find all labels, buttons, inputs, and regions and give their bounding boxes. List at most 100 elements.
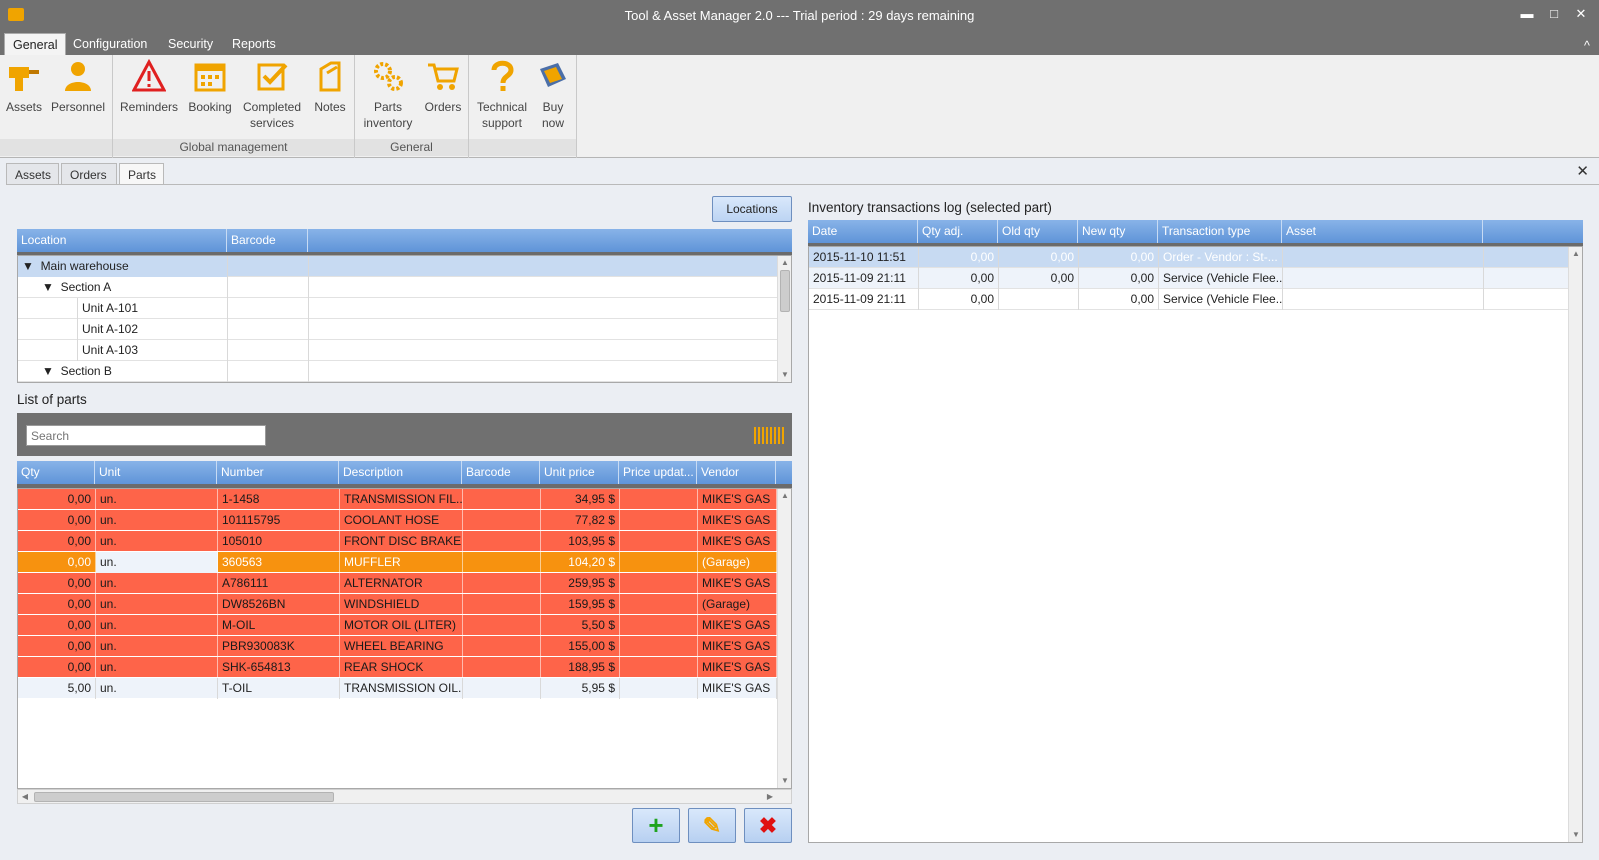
column-header-barcode[interactable]: Barcode [462,461,540,484]
table-row[interactable]: 0,00 un. SHK-654813 REAR SHOCK 188,95 $ MIKE'… [18,657,777,678]
cell-unit: un. [96,678,218,699]
cell-barcode [463,573,541,594]
table-row[interactable]: 5,00 un. T-OIL TRANSMISSION OIL... 5,95 $ MIK… [18,678,777,699]
cell-qty: 0,00 [18,594,96,615]
parts-search-input[interactable] [26,425,266,446]
locations-tree: ▼ Main warehouse ▼ Section A Unit A-101 … [17,255,792,383]
ribbon-button-booking[interactable]: Booking [186,59,234,115]
cell-updated [620,678,698,699]
maximize-button[interactable]: □ [1545,5,1563,23]
locations-scrollbar[interactable]: ▲ ▼ [777,256,791,382]
scrollbar-thumb[interactable] [780,270,790,312]
menu-bar: General Configuration Security Reports ^ [0,30,1599,55]
tree-toggle-icon[interactable]: ▼ [22,259,34,273]
menu-tab-configuration[interactable]: Configuration [65,33,155,55]
ribbon-button-reminders[interactable]: Reminders [118,59,180,115]
column-header-new-qty[interactable]: New qty [1078,220,1158,243]
tree-toggle-icon[interactable]: ▼ [42,280,54,294]
tab-parts[interactable]: Parts [119,163,164,186]
cell-vendor: MIKE'S GAS [698,510,777,531]
scroll-left-icon[interactable]: ◀ [18,790,32,803]
table-row[interactable]: 0,00 un. PBR930083K WHEEL BEARING 155,00 $ MI… [18,636,777,657]
scroll-up-icon[interactable]: ▲ [778,256,791,270]
close-window-button[interactable]: ✕ [1572,5,1590,23]
table-row[interactable]: 0,00 un. A786111 ALTERNATOR 259,95 $ MIKE'S G… [18,573,777,594]
ribbon-button-personnel[interactable]: Personnel [49,59,107,115]
column-header-old-qty[interactable]: Old qty [998,220,1078,243]
ribbon-button-buy-now[interactable]: Buy now [533,59,573,131]
delete-part-button[interactable]: ✖ [744,808,792,843]
column-header-number[interactable]: Number [217,461,339,484]
tree-row[interactable]: ▼ Section A [18,277,777,298]
tree-toggle-icon[interactable]: ▼ [42,364,54,378]
column-header-unit[interactable]: Unit [95,461,217,484]
cell-description: WINDSHIELD [340,594,463,615]
cell-unit: un. [96,552,218,573]
collapse-ribbon-icon[interactable]: ^ [1576,35,1598,57]
ribbon-button-assets[interactable]: Assets [4,59,44,115]
table-row[interactable]: 2015-11-09 21:11 0,00 0,00 0,00 Service … [809,268,1568,289]
ribbon-button-notes[interactable]: Notes [310,59,350,115]
cell-barcode [463,531,541,552]
barcode-icon[interactable] [754,427,784,444]
cell-price: 188,95 $ [541,657,620,678]
table-row[interactable]: 0,00 un. 101115795 COOLANT HOSE 77,82 $ MIKE'… [18,510,777,531]
column-header-location[interactable]: Location [17,229,227,252]
menu-tab-security[interactable]: Security [160,33,221,55]
scroll-right-icon[interactable]: ▶ [763,790,777,803]
tree-row[interactable]: Unit A-103 [18,340,777,361]
table-row[interactable]: 0,00 un. M-OIL MOTOR OIL (LITER) 5,50 $ MIKE'… [18,615,777,636]
table-row[interactable]: 0,00 un. 105010 FRONT DISC BRAKE 103,95 $ MIK… [18,531,777,552]
table-row[interactable]: 2015-11-09 21:11 0,00 0,00 Service (Vehi… [809,289,1568,310]
minimize-button[interactable]: ▬ [1518,5,1536,23]
ribbon-button-orders[interactable]: Orders [422,59,464,115]
cell-barcode [463,489,541,510]
log-scrollbar[interactable]: ▲ ▼ [1568,247,1582,842]
column-header-date[interactable]: Date [808,220,918,243]
scroll-down-icon[interactable]: ▼ [778,368,791,382]
locations-button[interactable]: Locations [712,196,792,222]
cart-icon [428,63,459,90]
column-header-description[interactable]: Description [339,461,462,484]
menu-tab-general[interactable]: General [4,33,67,55]
scroll-down-icon[interactable]: ▼ [778,774,791,788]
scrollbar-thumb[interactable] [34,792,334,802]
ribbon-button-technical-support[interactable]: Technical support [474,59,530,131]
column-header-barcode[interactable]: Barcode [227,229,308,252]
cell-qty: 0,00 [18,510,96,531]
scroll-up-icon[interactable]: ▲ [1569,247,1582,261]
column-header-qty-adj[interactable]: Qty adj. [918,220,998,243]
checkmark-icon [257,63,288,91]
table-row[interactable]: 0,00 un. 360563 MUFFLER 104,20 $ (Garage) [18,552,777,573]
tree-row-label: Section A [60,280,112,294]
tab-orders[interactable]: Orders [61,163,117,185]
column-header-asset[interactable]: Asset [1282,220,1483,243]
cell-number: 360563 [218,552,340,573]
column-header-vendor[interactable]: Vendor [697,461,776,484]
column-header-transaction-type[interactable]: Transaction type [1158,220,1282,243]
table-row[interactable]: 0,00 un. DW8526BN WINDSHIELD 159,95 $ (Garage… [18,594,777,615]
scroll-up-icon[interactable]: ▲ [778,489,791,503]
edit-part-button[interactable]: ✎ [688,808,736,843]
column-header-qty[interactable]: Qty [17,461,95,484]
menu-tab-reports[interactable]: Reports [224,33,284,55]
table-row[interactable]: 2015-11-10 11:51 0,00 0,00 0,00 Order - … [809,247,1568,268]
add-part-button[interactable]: + [632,808,680,843]
column-header-price-updated[interactable]: Price updat... [619,461,697,484]
cell-description: TRANSMISSION FIL... [340,489,463,510]
ribbon-button-parts-inventory[interactable]: Parts inventory [360,59,416,131]
tree-row[interactable]: Unit A-102 [18,319,777,340]
close-panel-icon[interactable]: ✕ [1576,162,1589,180]
parts-scrollbar[interactable]: ▲ ▼ [777,489,791,788]
tree-row[interactable]: ▼ Section B [18,361,777,382]
tab-assets[interactable]: Assets [6,163,59,185]
cell-updated [620,594,698,615]
scroll-down-icon[interactable]: ▼ [1569,828,1582,842]
tree-row[interactable]: Unit A-101 [18,298,777,319]
column-header-unit-price[interactable]: Unit price [540,461,619,484]
ribbon-button-completed-services[interactable]: Completed services [240,59,304,131]
tree-row[interactable]: ▼ Main warehouse [18,256,777,277]
table-row[interactable]: 0,00 un. 1-1458 TRANSMISSION FIL... 34,95 $ M… [18,489,777,510]
parts-horizontal-scrollbar[interactable]: ◀ ▶ [17,789,792,804]
cell-qty: 0,00 [18,657,96,678]
